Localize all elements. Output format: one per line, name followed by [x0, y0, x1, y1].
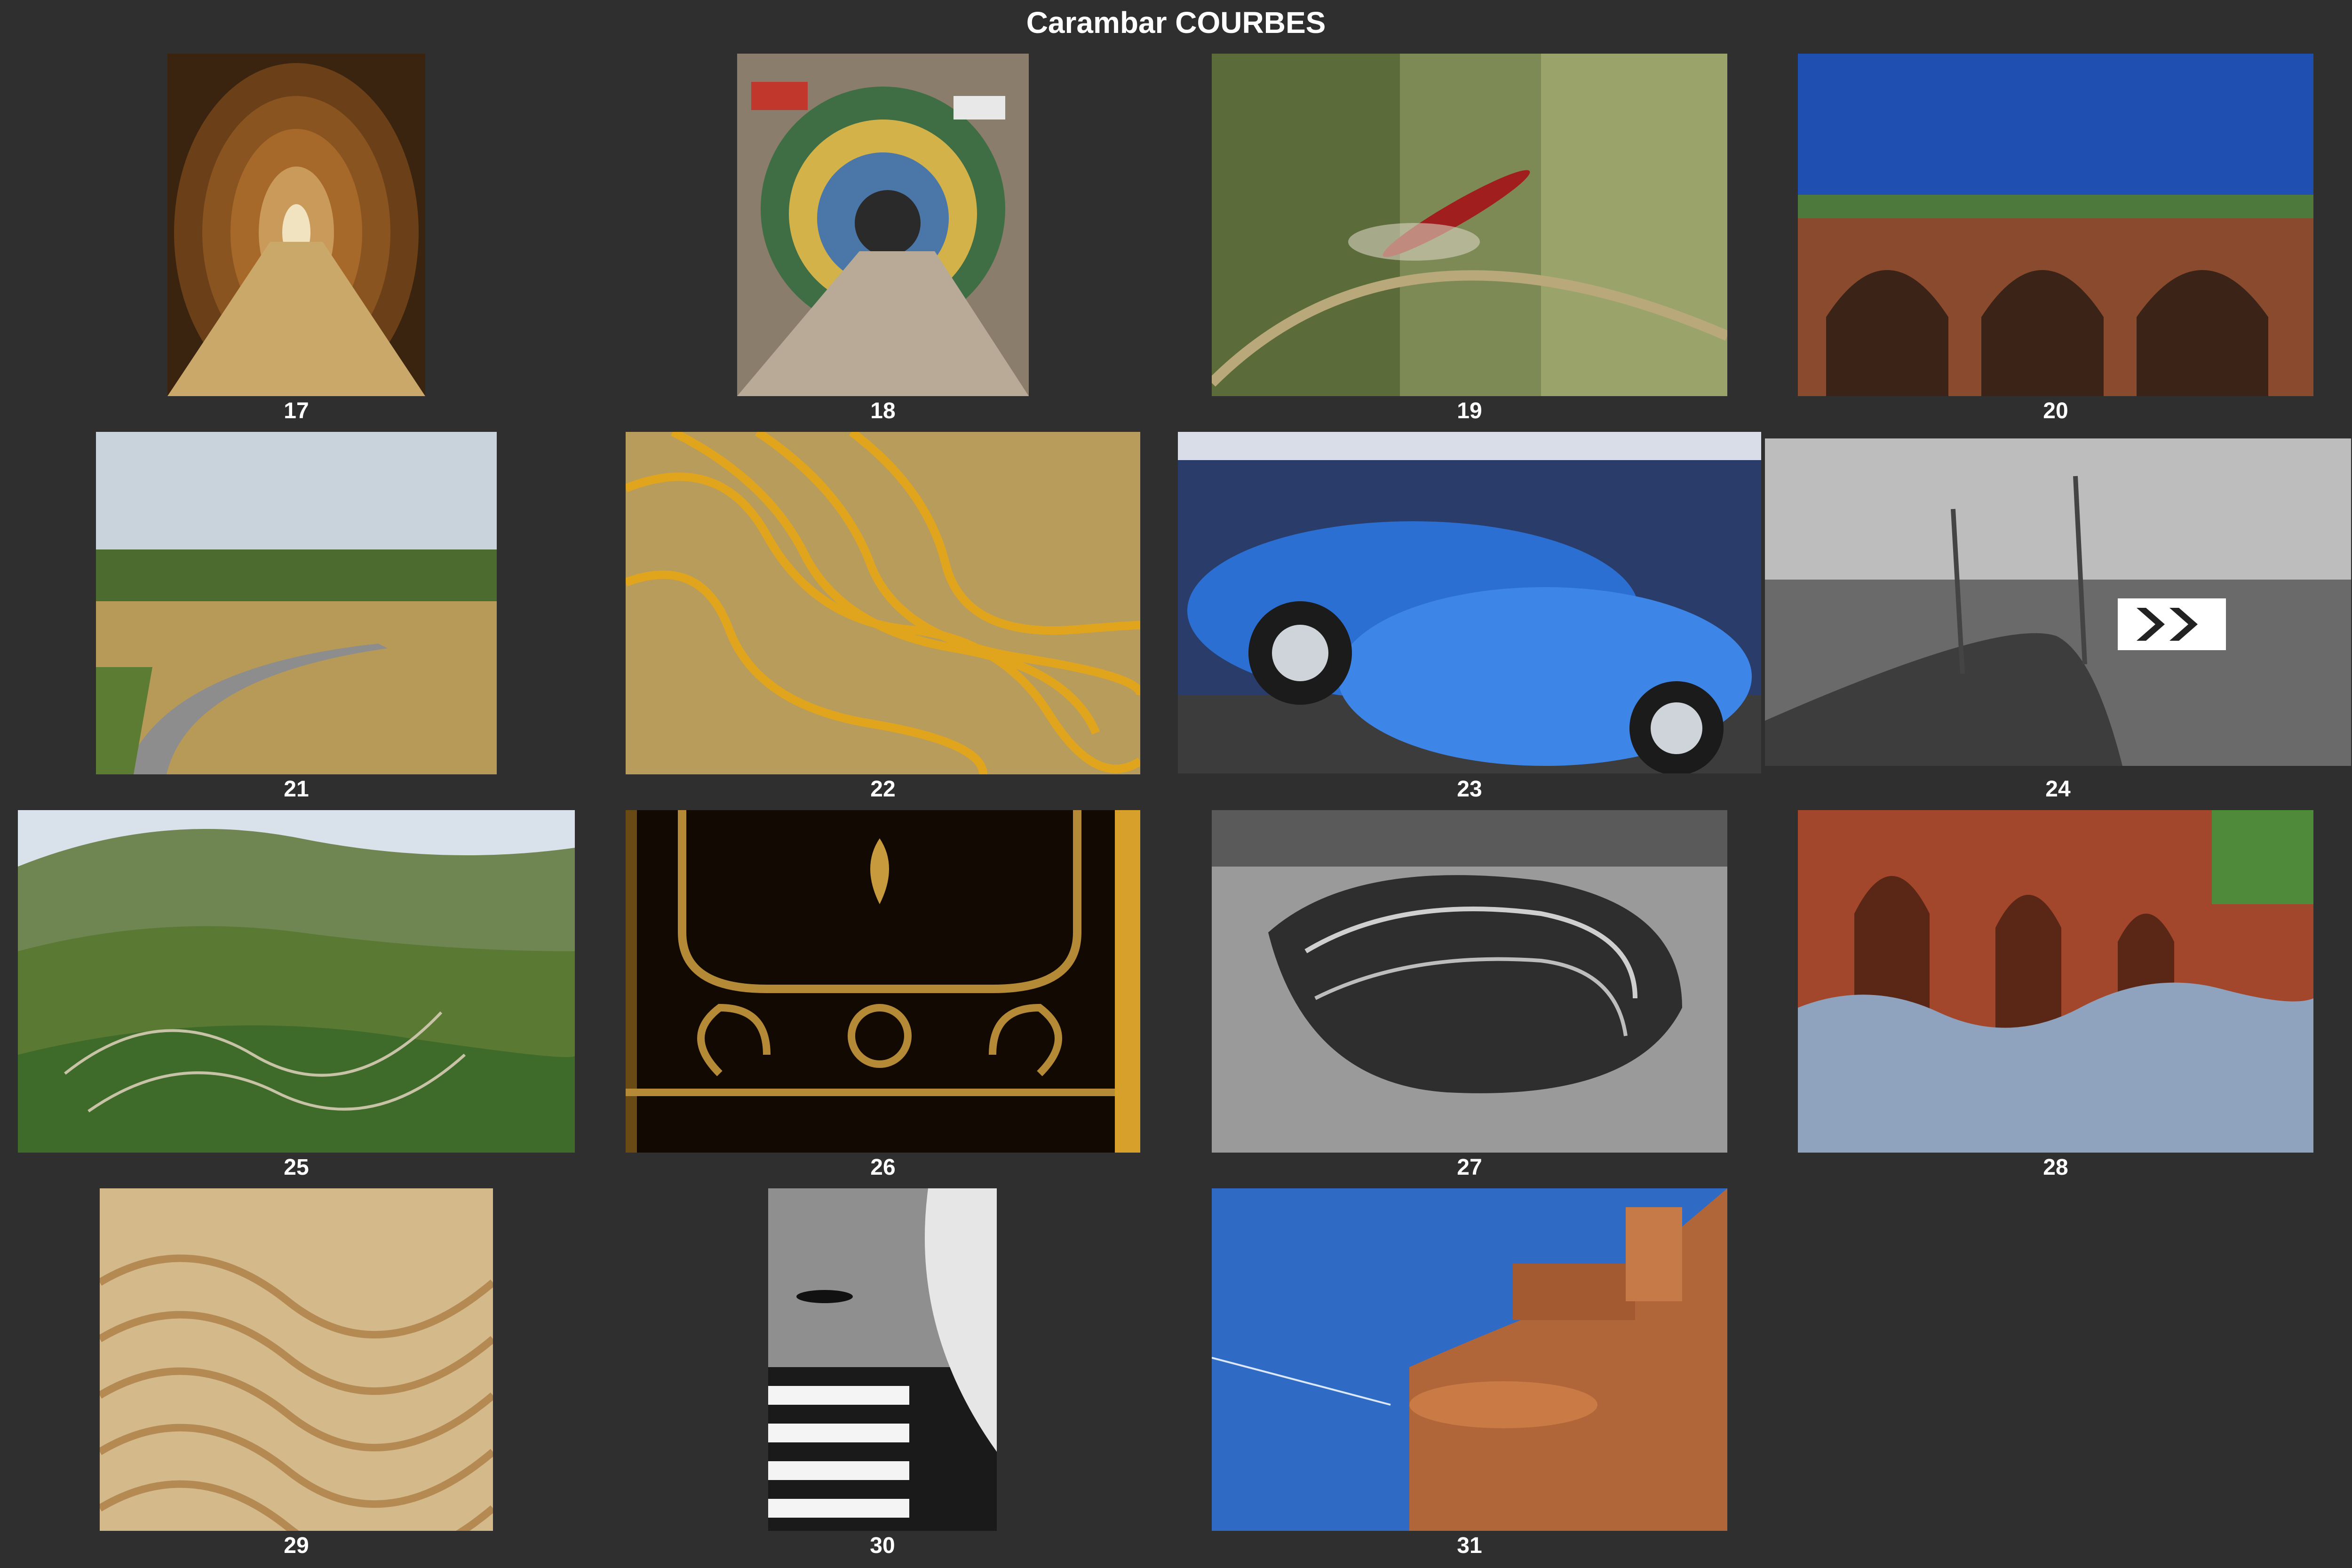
- road-chevron-sign-icon: [1765, 438, 2351, 766]
- photo-28[interactable]: [1798, 810, 2313, 1153]
- photo-26[interactable]: [626, 810, 1140, 1153]
- caption-23: 23: [1457, 777, 1482, 802]
- caption-28: 28: [2043, 1155, 2068, 1180]
- caption-19: 19: [1457, 398, 1482, 423]
- photo-19[interactable]: [1212, 54, 1727, 396]
- caption-25: 25: [284, 1155, 309, 1180]
- blue-vintage-cars-icon: [1178, 432, 1761, 773]
- red-dragonfly-icon: [1212, 54, 1727, 396]
- caption-27: 27: [1457, 1155, 1482, 1180]
- photo-18[interactable]: [737, 54, 1029, 396]
- photo-29[interactable]: [100, 1188, 493, 1531]
- terraced-vineyard-hills-icon: [18, 810, 575, 1153]
- abstract-stairs-icon: [768, 1188, 997, 1531]
- caption-21: 21: [284, 777, 309, 802]
- caption-24: 24: [2045, 777, 2071, 802]
- wavy-golden-lines-icon: [626, 432, 1140, 774]
- tunnel-corridor-icon: [167, 54, 425, 396]
- caption-31: 31: [1457, 1533, 1482, 1558]
- caption-29: 29: [284, 1533, 309, 1558]
- ornate-iron-gate-icon: [626, 810, 1140, 1153]
- photo-20[interactable]: [1798, 54, 2313, 396]
- photo-25[interactable]: [18, 810, 575, 1153]
- photo-22[interactable]: [626, 432, 1140, 774]
- photo-31[interactable]: [1212, 1188, 1727, 1531]
- black-white-rock-icon: [1212, 810, 1727, 1153]
- photo-23[interactable]: [1178, 432, 1761, 773]
- sand-ripples-icon: [100, 1188, 493, 1531]
- caption-30: 30: [870, 1533, 895, 1558]
- photo-27[interactable]: [1212, 810, 1727, 1153]
- brick-tower-icon: [1212, 1188, 1727, 1531]
- curving-country-road-icon: [96, 432, 497, 774]
- graffiti-tunnel-icon: [737, 54, 1029, 396]
- caption-20: 20: [2043, 398, 2068, 423]
- brick-arches-wave-roof-icon: [1798, 810, 2313, 1153]
- caption-18: 18: [870, 398, 896, 423]
- photo-21[interactable]: [96, 432, 497, 774]
- ruined-arches-icon: [1798, 54, 2313, 396]
- page-title: Carambar COURBES: [1026, 6, 1326, 40]
- photo-17[interactable]: [167, 54, 425, 396]
- photo-30[interactable]: [768, 1188, 997, 1531]
- photo-24[interactable]: [1765, 438, 2351, 766]
- caption-26: 26: [870, 1155, 896, 1180]
- caption-17: 17: [284, 398, 309, 423]
- caption-22: 22: [870, 777, 896, 802]
